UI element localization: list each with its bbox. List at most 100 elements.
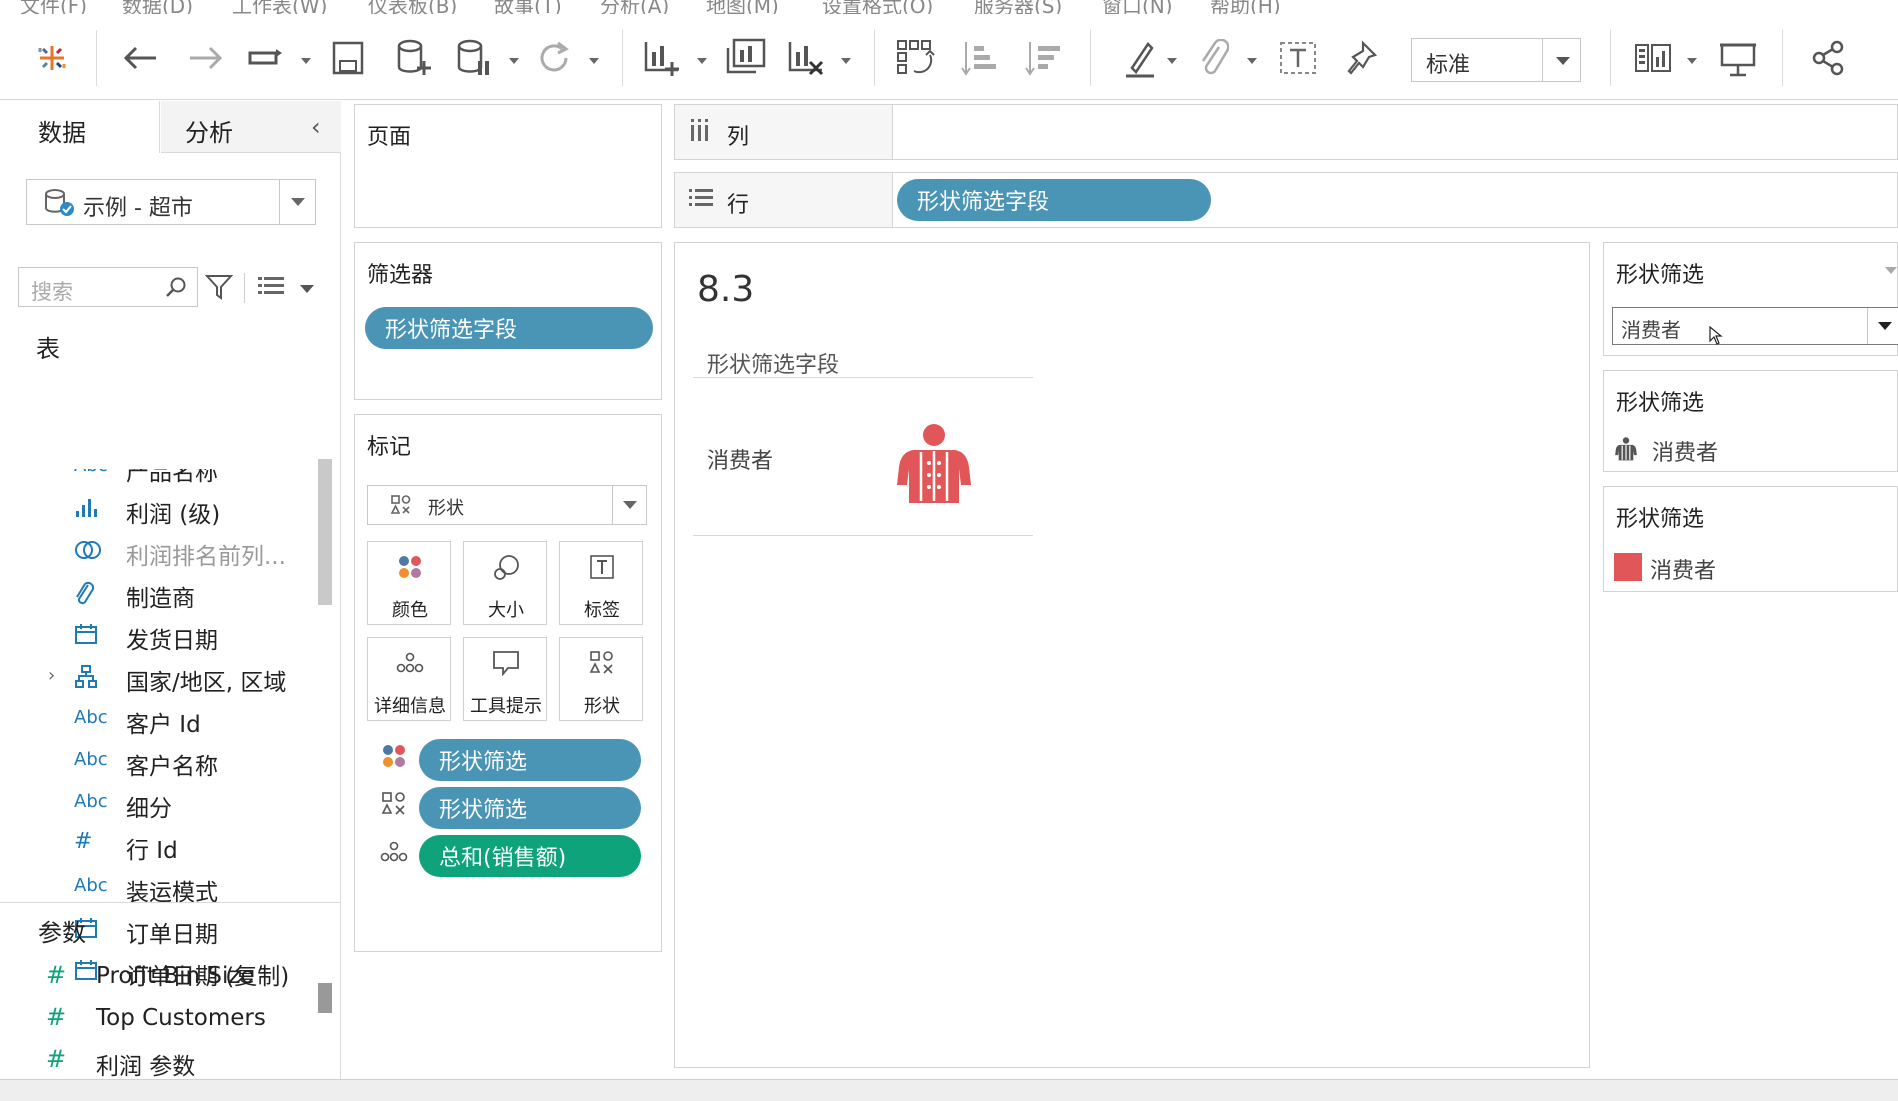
color-legend-value[interactable]: 消费者 (1650, 553, 1716, 585)
detail-icon (379, 839, 409, 869)
menu-data[interactable]: 数据(D) (122, 0, 193, 14)
worksheet-view: 8.3 形状筛选字段 消费者 (674, 242, 1590, 1068)
param-item[interactable]: # Profit Bin Size (0, 959, 320, 999)
rows-shelf[interactable]: 行 形状筛选字段 (674, 172, 1898, 228)
label-card[interactable]: 标签 (559, 541, 643, 625)
datasource-select[interactable]: 示例 - 超市 (26, 179, 316, 225)
sort-ascending-icon[interactable] (958, 36, 1002, 80)
undo-icon[interactable] (118, 36, 162, 80)
consumer-person-icon[interactable] (1614, 437, 1638, 465)
field-label: 客户 Id (126, 712, 201, 738)
share-icon[interactable] (1806, 36, 1850, 80)
param-item[interactable]: # 利润 参数 (0, 1043, 320, 1083)
search-icon[interactable] (165, 276, 187, 302)
marks-pill-color[interactable]: 形状筛选 (419, 739, 641, 781)
color-swatch[interactable] (1614, 553, 1642, 581)
menu-file[interactable]: 文件(F) (20, 0, 87, 14)
menu-dashboard[interactable]: 仪表板(B) (368, 0, 457, 14)
refresh-icon[interactable] (532, 36, 576, 80)
chevron-right-icon[interactable]: › (48, 665, 55, 686)
chevron-down-icon[interactable] (612, 486, 646, 524)
menu-story[interactable]: 故事(T) (494, 0, 562, 14)
filter-icon[interactable] (204, 273, 234, 305)
field-item[interactable]: # 行 Id (0, 827, 318, 867)
menubar: 文件(F) 数据(D) 工作表(W) 仪表板(B) 故事(T) 分析(A) 地图… (0, 0, 1898, 14)
tab-analysis[interactable]: 分析 ‹ (161, 101, 341, 153)
collapse-chevron-left-icon[interactable]: ‹ (311, 113, 321, 141)
highlight-icon[interactable] (1118, 36, 1162, 80)
field-item[interactable]: 发货日期 (0, 617, 318, 657)
menu-format[interactable]: 设置格式(O) (822, 0, 933, 14)
pause-updates-icon[interactable] (452, 36, 496, 80)
field-item[interactable]: 利润 (级) (0, 491, 318, 531)
swap-icon[interactable] (894, 36, 938, 80)
new-datasource-icon[interactable] (392, 36, 436, 80)
sort-descending-icon[interactable] (1022, 36, 1066, 80)
clear-sheet-icon[interactable] (784, 36, 828, 80)
field-item[interactable]: › 国家/地区, 区域 (0, 659, 318, 699)
params-scrollbar[interactable] (318, 983, 332, 1013)
chevron-down-icon[interactable] (1867, 308, 1898, 344)
field-list-scrollbar[interactable] (318, 459, 332, 605)
duplicate-sheet-icon[interactable] (724, 36, 768, 80)
field-item[interactable]: 制造商 (0, 575, 318, 615)
columns-shelf[interactable]: 列 (674, 104, 1898, 160)
menu-analysis[interactable]: 分析(A) (600, 0, 669, 14)
card-menu-chevron-icon[interactable] (1885, 267, 1897, 274)
menu-map[interactable]: 地图(M) (706, 0, 779, 14)
consumer-person-icon[interactable] (897, 423, 971, 509)
menu-worksheet[interactable]: 工作表(W) (232, 0, 327, 14)
param-item[interactable]: # Top Customers (0, 1001, 320, 1041)
tab-data[interactable]: 数据 (0, 101, 160, 153)
rows-pill[interactable]: 形状筛选字段 (897, 179, 1211, 221)
detail-card[interactable]: 详细信息 (367, 637, 451, 721)
sheet-title: 8.3 (697, 269, 755, 310)
presentation-icon[interactable] (1716, 36, 1760, 80)
show-labels-icon[interactable] (1276, 36, 1320, 80)
row-value[interactable]: 消费者 (707, 443, 773, 475)
chevron-down-icon[interactable] (1542, 39, 1580, 81)
field-item[interactable]: Abc 细分 (0, 785, 318, 825)
redo-icon[interactable] (184, 36, 228, 80)
mark-type-select[interactable]: 形状 (367, 485, 647, 525)
tooltip-card[interactable]: 工具提示 (463, 637, 547, 721)
filters-shelf[interactable]: 筛选器 形状筛选字段 (354, 242, 662, 400)
field-item[interactable]: 利润排名前列... (0, 533, 318, 573)
replay-icon[interactable] (244, 36, 288, 80)
search-input[interactable]: 搜索 (18, 267, 198, 307)
field-item[interactable]: Abc 客户 Id (0, 701, 318, 741)
param-label: Profit Bin Size (96, 963, 255, 989)
row-header: 形状筛选字段 (707, 353, 840, 378)
group-icon[interactable] (1192, 36, 1236, 80)
pin-icon[interactable] (1340, 36, 1384, 80)
filter-pill[interactable]: 形状筛选字段 (365, 307, 653, 349)
color-card[interactable]: 颜色 (367, 541, 451, 625)
list-view-icon[interactable] (258, 275, 286, 301)
marks-pill-detail[interactable]: 总和(销售额) (419, 835, 641, 877)
menu-server[interactable]: 服务器(S) (974, 0, 1062, 14)
new-worksheet-icon[interactable] (640, 36, 684, 80)
shape-legend-value[interactable]: 消费者 (1652, 435, 1718, 467)
tableau-logo-icon[interactable] (30, 36, 74, 80)
mouse-cursor-icon (1709, 325, 1723, 350)
field-item[interactable]: Abc 客户名称 (0, 743, 318, 783)
data-pane: 数据 分析 ‹ 示例 - 超市 搜索 表 Abc 产品名称 (0, 101, 341, 1080)
filter-dropdown[interactable]: 消费者 (1612, 307, 1898, 345)
label-card-label: 标签 (584, 600, 620, 621)
string-icon: Abc (74, 469, 108, 476)
field-item[interactable]: Abc 装运模式 (0, 869, 318, 909)
chevron-down-icon[interactable] (279, 180, 315, 224)
show-me-icon[interactable] (1632, 36, 1676, 80)
menu-window[interactable]: 窗口(N) (1102, 0, 1173, 14)
size-icon (464, 554, 548, 582)
fit-select[interactable]: 标准 (1411, 38, 1581, 82)
field-item[interactable]: Abc 产品名称 (0, 469, 318, 489)
text-label-icon (560, 554, 644, 580)
menu-help[interactable]: 帮助(H) (1210, 0, 1281, 14)
save-icon[interactable] (326, 36, 370, 80)
shape-card[interactable]: 形状 (559, 637, 643, 721)
pages-shelf[interactable]: 页面 (354, 104, 662, 228)
size-card[interactable]: 大小 (463, 541, 547, 625)
marks-pill-shape[interactable]: 形状筛选 (419, 787, 641, 829)
field-label: 利润 (级) (126, 502, 221, 528)
